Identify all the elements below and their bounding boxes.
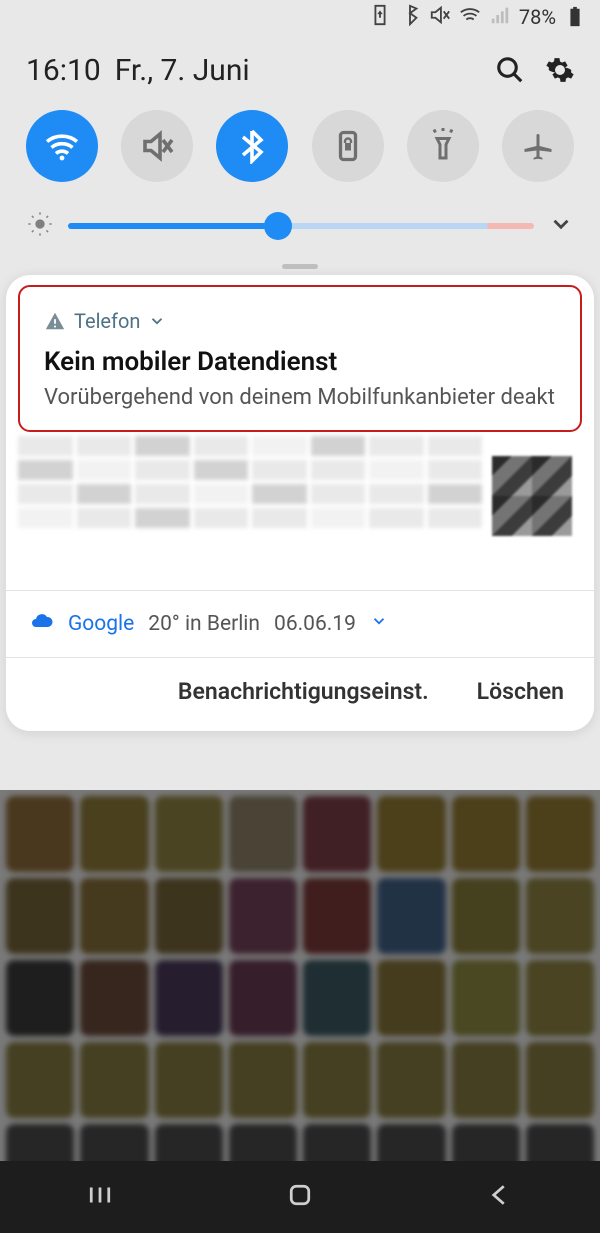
battery-percentage: 78% (519, 5, 556, 29)
notification-google-weather[interactable]: Google 20° in Berlin 06.06.19 (6, 591, 594, 657)
date[interactable]: Fr., 7. Juni (115, 53, 478, 88)
qs-rotation[interactable] (312, 110, 384, 182)
back-icon (485, 1180, 515, 1210)
brightness-expand[interactable] (548, 211, 574, 241)
brightness-row (0, 192, 600, 246)
notification-app-label: Telefon (74, 309, 140, 333)
quick-settings-row (0, 96, 600, 192)
signal-status-icon (489, 4, 511, 31)
qs-airplane[interactable] (502, 110, 574, 182)
airplane-icon (520, 128, 556, 164)
qs-sound[interactable] (121, 110, 193, 182)
chevron-down-icon (548, 211, 574, 237)
notification-footer: Benachrichtigungseinst. Löschen (6, 658, 594, 731)
home-button[interactable] (285, 1180, 315, 1214)
brightness-slider[interactable] (68, 214, 534, 238)
back-button[interactable] (485, 1180, 515, 1214)
qs-bluetooth[interactable] (216, 110, 288, 182)
redacted-text (18, 436, 482, 586)
weather-temp: 20° in Berlin (148, 612, 260, 636)
brightness-icon (26, 210, 54, 242)
slider-thumb[interactable] (264, 212, 292, 240)
wifi-status-icon (459, 4, 481, 31)
google-label: Google (68, 612, 134, 636)
panel-header: 16:10 Fr., 7. Juni (0, 34, 600, 96)
settings-button[interactable] (542, 52, 578, 88)
qs-wifi[interactable] (26, 110, 98, 182)
chevron-down-icon (370, 612, 388, 630)
notification-body: Vorübergehend von deinem Mobilfunkanbiet… (44, 385, 556, 410)
gear-icon (545, 55, 575, 85)
expand-weather[interactable] (370, 612, 388, 636)
clock: 16:10 (26, 53, 101, 88)
data-saver-icon (369, 4, 391, 31)
search-button[interactable] (492, 52, 528, 88)
cloud-icon (30, 609, 54, 639)
clear-all-button[interactable]: Löschen (477, 678, 564, 705)
bluetooth-status-icon (399, 4, 421, 31)
notification-title: Kein mobiler Datendienst (44, 347, 556, 377)
rotation-lock-icon (330, 128, 366, 164)
search-icon (495, 55, 525, 85)
redacted-thumbnail (492, 456, 572, 536)
notification-phone[interactable]: Telefon Kein mobiler Datendienst Vorüber… (18, 285, 582, 432)
notification-header[interactable]: Telefon (44, 309, 556, 333)
background-emoji-grid (0, 792, 600, 1161)
recents-button[interactable] (85, 1180, 115, 1214)
flashlight-icon (425, 128, 461, 164)
recents-icon (85, 1180, 115, 1210)
warning-icon (44, 310, 66, 332)
notification-redacted[interactable] (18, 436, 582, 586)
notification-settings-button[interactable]: Benachrichtigungseinst. (178, 678, 429, 705)
bluetooth-icon (234, 128, 270, 164)
slider-fill (68, 223, 278, 229)
notification-card: Telefon Kein mobiler Datendienst Vorüber… (6, 275, 594, 731)
battery-icon (564, 6, 586, 28)
panel-drag-handle[interactable] (282, 264, 318, 269)
status-bar: 78% (0, 0, 600, 34)
mute-status-icon (429, 4, 451, 31)
navigation-bar (0, 1161, 600, 1233)
mute-icon (139, 128, 175, 164)
weather-date: 06.06.19 (274, 612, 356, 636)
qs-flashlight[interactable] (407, 110, 479, 182)
home-icon (285, 1180, 315, 1210)
wifi-icon (44, 128, 80, 164)
chevron-down-icon (148, 312, 166, 330)
